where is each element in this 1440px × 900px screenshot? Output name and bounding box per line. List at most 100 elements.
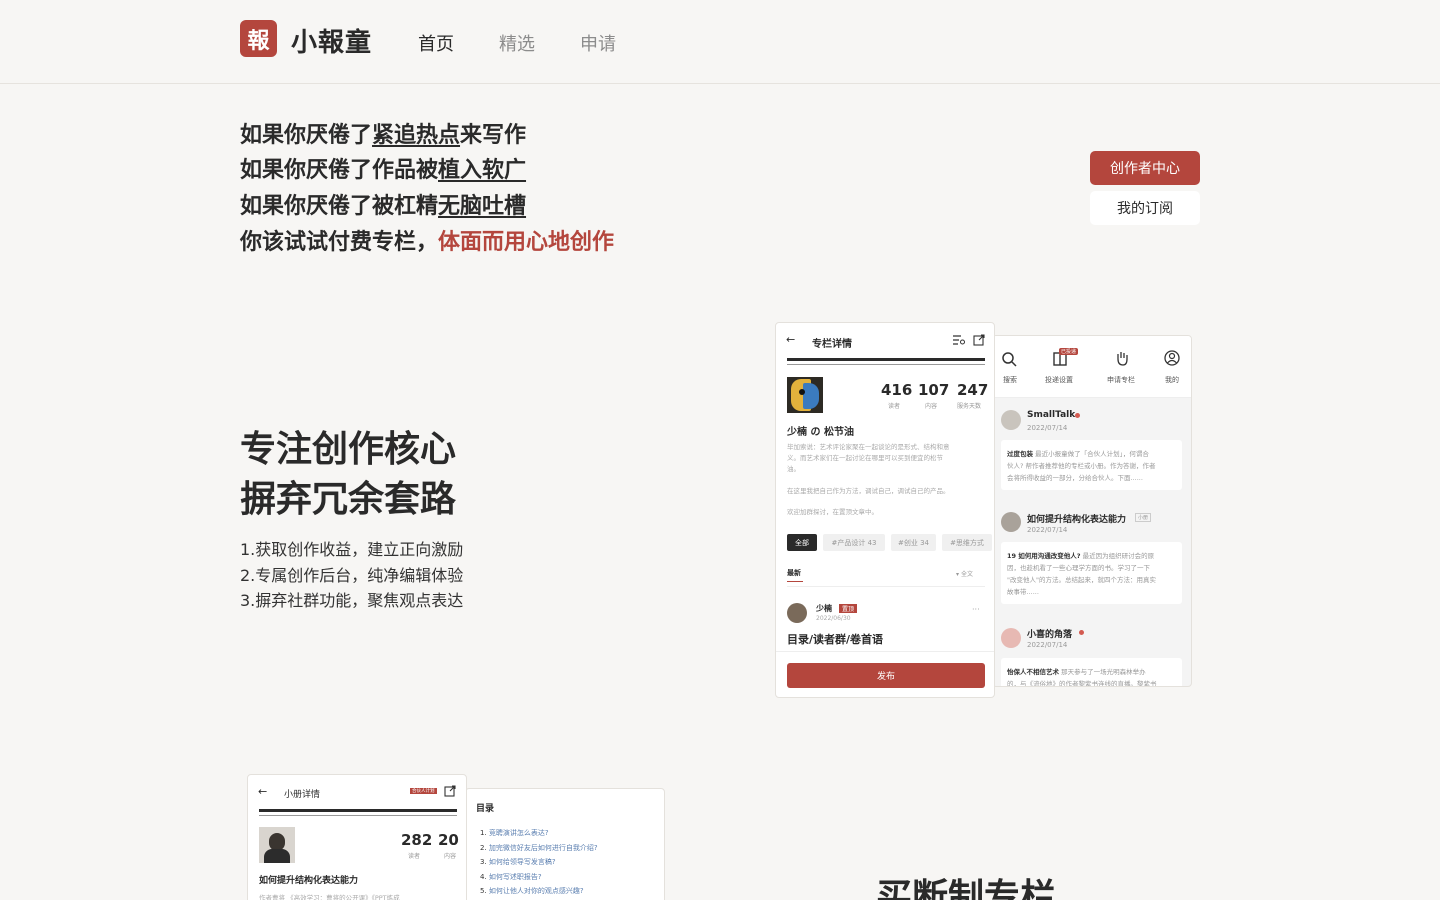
toc-item[interactable]: 5. 如何让他人对你的观点感兴趣?: [480, 886, 584, 896]
divider-bar: [787, 358, 985, 361]
buyout-section-title: 买断制专栏: [876, 877, 1057, 900]
booklet-subtitle: 作者曹将 《高效学习：曹将的公开课》《PPT炼成: [259, 894, 400, 900]
my-subscriptions-button[interactable]: 我的订阅: [1090, 191, 1200, 225]
post-title[interactable]: 目录/读者群/卷首语: [787, 631, 883, 647]
toc-item[interactable]: 3. 如何给领导写发言稿?: [480, 857, 556, 867]
back-arrow-icon[interactable]: ←: [258, 785, 267, 798]
feed-line: 因，也趁机看了一些心理学方面的书。学习了一下: [1007, 564, 1150, 572]
feed-line: 伙人? 帮作者推荐他的专栏或小册。作为答谢，作者: [1007, 462, 1156, 470]
search-icon[interactable]: [1001, 351, 1017, 367]
nav-featured[interactable]: 精选: [499, 30, 535, 56]
divider-line: [787, 586, 985, 587]
stat-days-label: 服务天数: [957, 403, 982, 410]
booklet-detail-mockup: ← 小册详情 合伙人计划 282 读者 20 内容 如何提升结构化表达能力 作者…: [247, 774, 467, 900]
feed-item-date: 2022/07/14: [1027, 424, 1068, 432]
post-author-name: 少楠: [816, 604, 832, 613]
feature-item: 3.摒弃社群功能，聚焦观点表达: [240, 591, 464, 610]
toc-item-label: 如何让他人对你的观点感兴趣?: [488, 887, 584, 895]
tag-startup[interactable]: #创业 34: [891, 534, 936, 551]
filter-label: 全文: [960, 571, 973, 578]
feed-text: 19 如何用沟通改变他人? 最近因为组织研讨会的原: [1007, 550, 1154, 560]
feed-card[interactable]: 怡保人不相信艺术 那天参与了一场光明森林举办 的，与《流俗地》的作者黎紫书连线的…: [1001, 658, 1182, 686]
stat-content-value: 20: [438, 831, 459, 849]
top-header: 報 小報童 首页 精选 申请: [0, 0, 1440, 84]
feed-item-date: 2022/07/14: [1027, 526, 1068, 534]
unread-dot: [1079, 630, 1084, 635]
feed-lead: 19 如何用沟通改变他人?: [1007, 552, 1081, 560]
brand-name[interactable]: 小報童: [291, 22, 372, 59]
stat-readers-label: 读者: [408, 853, 421, 860]
column-detail-title: 专栏详情: [812, 339, 852, 350]
hero-highlight-text: 体面而用心地创作: [438, 230, 615, 255]
sort-latest-tab[interactable]: 最新: [787, 568, 801, 578]
feed-line: 那天参与了一场光明森林举办: [1061, 668, 1146, 676]
feed-item-name[interactable]: 如何提升结构化表达能力: [1027, 512, 1126, 525]
menu-settings-icon[interactable]: [953, 335, 965, 345]
stat-content-value: 107: [918, 381, 950, 399]
tag-thinking[interactable]: #思维方式: [942, 534, 992, 551]
tab-delivery-label[interactable]: 投递设置: [1045, 375, 1073, 385]
divider-line: [787, 364, 985, 365]
divider-line: [259, 815, 457, 816]
column-description: 欢迎加群探讨，在置顶文章中。: [787, 508, 878, 516]
feed-item-date: 2022/07/14: [1027, 641, 1068, 649]
feed-line: 最近因为组织研讨会的原: [1082, 552, 1155, 560]
creator-center-button[interactable]: 创作者中心: [1090, 151, 1200, 185]
booklet-toc-mockup: 目录 1. 竞聘演讲怎么表达? 2. 加完微信好友后如何进行自我介绍? 3. 如…: [465, 788, 665, 900]
nav-home[interactable]: 首页: [418, 30, 454, 56]
hero-underlined-text: 紧追热点: [372, 123, 461, 148]
feed-card[interactable]: 19 如何用沟通改变他人? 最近因为组织研讨会的原 因，也趁机看了一些心理学方面…: [1001, 542, 1182, 604]
unread-dot: [1075, 413, 1080, 418]
feed-card[interactable]: 过度包装 最近小报童做了「合伙人计划」，何谓合 伙人? 帮作者推荐他的专栏或小册…: [1001, 440, 1182, 490]
share-icon[interactable]: [444, 785, 456, 797]
hero-text: 你该试试付费专栏，: [240, 230, 439, 255]
more-icon[interactable]: ···: [972, 605, 980, 614]
hero-underlined-text: 植入软广: [438, 158, 527, 183]
active-tab-underline: [787, 581, 803, 582]
back-arrow-icon[interactable]: ←: [786, 333, 795, 346]
share-icon[interactable]: [973, 334, 985, 346]
tab-me-label[interactable]: 我的: [1165, 375, 1179, 385]
filter-dropdown[interactable]: ▾ 全文: [956, 569, 973, 578]
logo-icon[interactable]: 報: [240, 20, 277, 57]
tag-product-design[interactable]: #产品设计 43: [823, 534, 885, 551]
publish-button[interactable]: 发布: [787, 663, 985, 688]
stat-days-value: 247: [957, 381, 989, 399]
toc-item[interactable]: 1. 竞聘演讲怎么表达?: [480, 828, 549, 838]
feed-line: 最近小报童做了「合伙人计划」，何谓合: [1035, 450, 1149, 458]
hero-text: 如果你厌倦了作品被: [240, 158, 439, 183]
feed-item-name[interactable]: 小喜的角落: [1027, 627, 1072, 640]
hero-underlined-text: 无脑吐槽: [438, 194, 527, 219]
tag-all[interactable]: 全部: [787, 534, 817, 551]
post-date: 2022/06/30: [816, 615, 851, 622]
stat-readers-value: 282: [401, 831, 433, 849]
tab-search-label[interactable]: 搜索: [1003, 375, 1017, 385]
toc-item[interactable]: 2. 加完微信好友后如何进行自我介绍?: [480, 843, 598, 853]
stat-readers-value: 416: [881, 381, 913, 399]
hero-line-3: 如果你厌倦了被杠精无脑吐槽: [240, 188, 526, 220]
nav-apply[interactable]: 申请: [580, 30, 616, 56]
feed-item-name[interactable]: SmallTalk: [1027, 410, 1075, 420]
chevron-down-icon: ▾: [956, 571, 960, 578]
user-icon[interactable]: [1164, 350, 1180, 366]
booklet-author-avatar: [259, 827, 295, 863]
column-description: 在这里我把自己作为方法，调试自己，调试自己的产品。: [787, 487, 950, 495]
feed-tabbar: [993, 336, 1191, 398]
partner-badge: 合伙人计划: [410, 788, 437, 794]
stat-content-label: 内容: [925, 403, 938, 410]
column-description: 义。而艺术家们在一起讨论在哪里可以买到便宜的松节: [787, 454, 943, 462]
feed-lead: 过度包装: [1007, 450, 1033, 458]
avatar: [1001, 410, 1021, 430]
column-detail-phone-mockup: ← 专栏详情 416 读者 107 内容 247 服务天数 少楠 の 松节油 毕…: [775, 322, 995, 698]
tab-apply-label[interactable]: 申请专栏: [1107, 375, 1135, 385]
booklet-name: 如何提升结构化表达能力: [259, 876, 359, 886]
hand-icon[interactable]: [1114, 350, 1130, 366]
hero-line-4: 你该试试付费专栏，体面而用心地创作: [240, 224, 614, 256]
hero-line-1: 如果你厌倦了紧追热点来写作: [240, 117, 526, 149]
feature-title-1: 专注创作核心: [240, 429, 457, 470]
toc-item[interactable]: 4. 如何写述职报告?: [480, 872, 542, 882]
hero-line-2: 如果你厌倦了作品被植入软广: [240, 152, 526, 184]
feed-text: 怡保人不相信艺术 那天参与了一场光明森林举办: [1007, 666, 1146, 676]
stat-content-label: 内容: [444, 853, 457, 860]
hero-text: 如果你厌倦了被杠精: [240, 194, 439, 219]
